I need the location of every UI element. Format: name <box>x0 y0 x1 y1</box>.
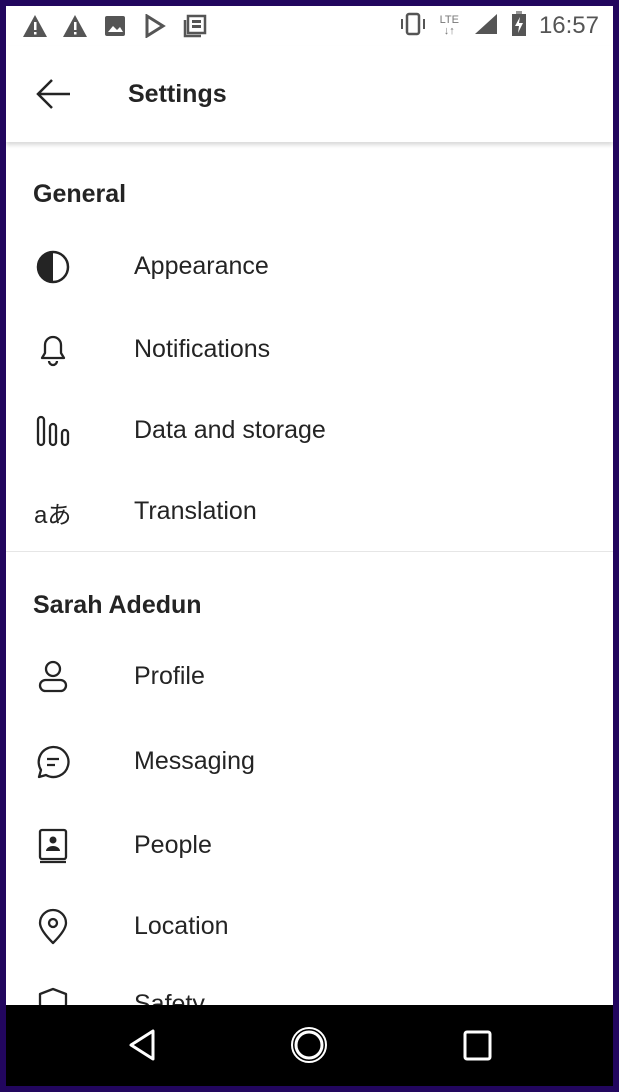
bell-icon <box>34 331 72 369</box>
item-label: Data and storage <box>134 416 326 444</box>
screen: LTE ↓↑ 16:57 Settings General Appearance … <box>6 6 613 1086</box>
warning-icon <box>62 13 88 39</box>
settings-item-notifications[interactable]: Notifications <box>6 315 613 385</box>
settings-item-people[interactable]: People <box>6 811 613 881</box>
signal-icon <box>471 12 499 41</box>
vibrate-icon <box>398 12 428 41</box>
back-arrow-icon[interactable] <box>34 76 74 112</box>
news-icon <box>182 13 208 39</box>
settings-item-translation[interactable]: aあ Translation <box>6 477 613 547</box>
settings-item-location[interactable]: Location <box>6 892 613 962</box>
play-store-icon <box>142 13 168 39</box>
status-bar: LTE ↓↑ 16:57 <box>6 6 613 46</box>
contrast-icon <box>34 248 72 286</box>
item-label: Translation <box>134 497 257 525</box>
network-type: LTE <box>439 14 459 26</box>
item-label: Notifications <box>134 335 271 363</box>
section-divider <box>6 551 613 552</box>
system-nav-bar <box>6 1005 613 1086</box>
nav-back-icon[interactable] <box>123 1025 163 1065</box>
contacts-book-icon <box>34 827 72 865</box>
page-title: Settings <box>128 80 227 108</box>
warning-icon <box>22 13 48 39</box>
translate-icon: aあ <box>34 502 72 529</box>
image-icon <box>102 13 128 39</box>
settings-item-data-storage[interactable]: Data and storage <box>6 396 613 466</box>
settings-item-appearance[interactable]: Appearance <box>6 232 613 302</box>
storage-bars-icon <box>34 412 72 450</box>
settings-item-messaging[interactable]: Messaging <box>6 727 613 797</box>
person-icon <box>34 658 72 696</box>
clock: 16:57 <box>538 12 599 39</box>
battery-charging-icon <box>511 10 527 42</box>
nav-recents-icon[interactable] <box>458 1025 498 1065</box>
app-bar: Settings <box>6 46 613 142</box>
location-pin-icon <box>34 908 72 946</box>
item-label: Messaging <box>134 747 255 775</box>
section-header-general: General <box>33 180 127 208</box>
section-header-account: Sarah Adedun <box>33 591 202 619</box>
lte-icon: LTE ↓↑ <box>439 14 459 37</box>
nav-home-icon[interactable] <box>289 1025 329 1065</box>
settings-item-profile[interactable]: Profile <box>6 642 613 712</box>
chat-icon <box>34 743 72 781</box>
item-label: Appearance <box>134 252 269 280</box>
item-label: People <box>134 831 212 859</box>
item-label: Location <box>134 912 229 940</box>
item-label: Profile <box>134 662 205 690</box>
